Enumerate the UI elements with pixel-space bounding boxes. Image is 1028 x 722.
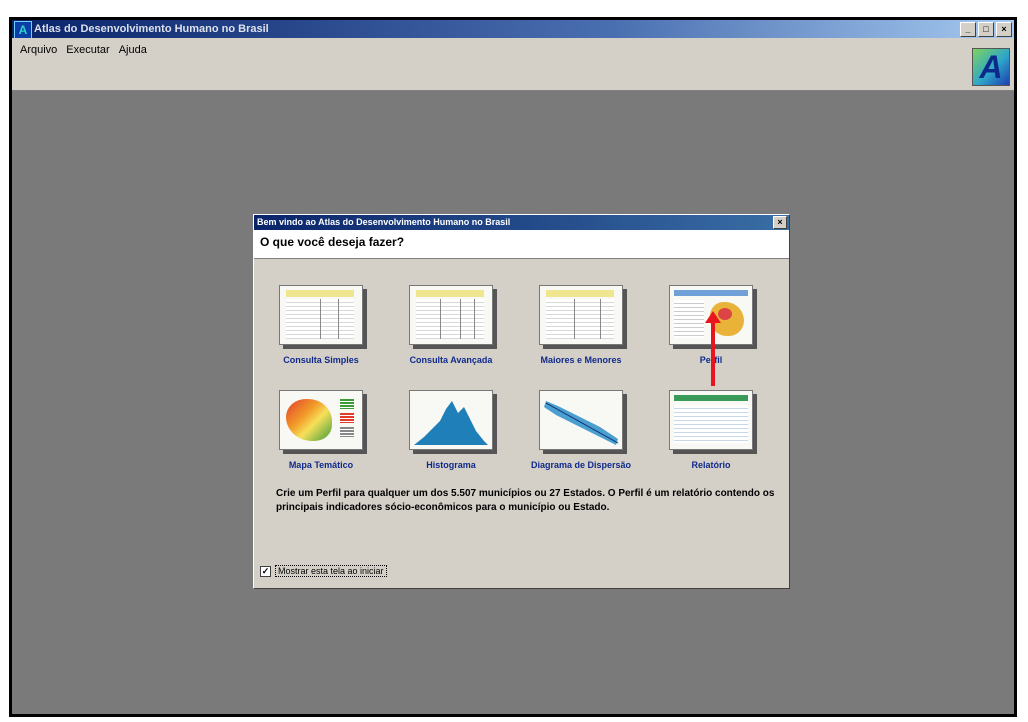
option-label: Diagrama de Dispersão — [530, 460, 632, 470]
welcome-dialog: Bem vindo ao Atlas do Desenvolvimento Hu… — [253, 214, 790, 589]
menu-bar: Arquivo Executar Ajuda A — [12, 38, 1014, 91]
table-icon — [539, 285, 623, 345]
dialog-header: O que você deseja fazer? — [254, 230, 789, 259]
dialog-question: O que você deseja fazer? — [260, 235, 405, 249]
option-label: Histograma — [426, 460, 476, 470]
option-relatorio[interactable]: Relatório — [646, 390, 776, 470]
table-icon — [409, 285, 493, 345]
menu-arquivo[interactable]: Arquivo — [20, 44, 57, 56]
report-icon — [669, 390, 753, 450]
close-button[interactable]: × — [996, 22, 1012, 37]
table-icon — [279, 285, 363, 345]
brazil-map-icon — [279, 390, 363, 450]
app-icon: A — [14, 21, 32, 39]
option-mapa-tematico[interactable]: Mapa Temático — [256, 390, 386, 470]
option-label: Mapa Temático — [288, 460, 354, 470]
option-label: Consulta Avançada — [409, 355, 493, 365]
app-title-bar[interactable]: A Atlas do Desenvolvimento Humano no Bra… — [12, 20, 1014, 39]
option-consulta-simples[interactable]: Consulta Simples — [256, 285, 386, 365]
menu-ajuda[interactable]: Ajuda — [119, 44, 147, 56]
menu-executar[interactable]: Executar — [66, 44, 109, 56]
show-on-start-label[interactable]: Mostrar esta tela ao iniciar — [275, 565, 387, 577]
option-description: Crie um Perfil para qualquer um dos 5.50… — [276, 488, 775, 513]
atlas-logo: A — [972, 48, 1010, 86]
scatter-icon — [539, 390, 623, 450]
app-title: Atlas do Desenvolvimento Humano no Brasi… — [34, 23, 269, 35]
maximize-button[interactable]: □ — [978, 22, 994, 37]
option-diagrama-dispersao[interactable]: Diagrama de Dispersão — [516, 390, 646, 470]
option-label: Relatório — [691, 460, 731, 470]
histogram-icon — [409, 390, 493, 450]
dialog-title-bar[interactable]: Bem vindo ao Atlas do Desenvolvimento Hu… — [254, 215, 789, 230]
show-on-start-row[interactable]: ✓ Mostrar esta tela ao iniciar — [260, 565, 387, 577]
option-label: Consulta Simples — [283, 355, 359, 365]
minimize-button[interactable]: _ — [960, 22, 976, 37]
option-histograma[interactable]: Histograma — [386, 390, 516, 470]
red-arrow-shaft — [711, 318, 715, 386]
option-consulta-avancada[interactable]: Consulta Avançada — [386, 285, 516, 365]
dialog-title: Bem vindo ao Atlas do Desenvolvimento Hu… — [257, 217, 511, 227]
option-label: Maiores e Menores — [540, 355, 622, 365]
show-on-start-checkbox[interactable]: ✓ — [260, 565, 271, 577]
option-maiores-menores[interactable]: Maiores e Menores — [516, 285, 646, 365]
dialog-close-button[interactable]: × — [773, 216, 787, 229]
